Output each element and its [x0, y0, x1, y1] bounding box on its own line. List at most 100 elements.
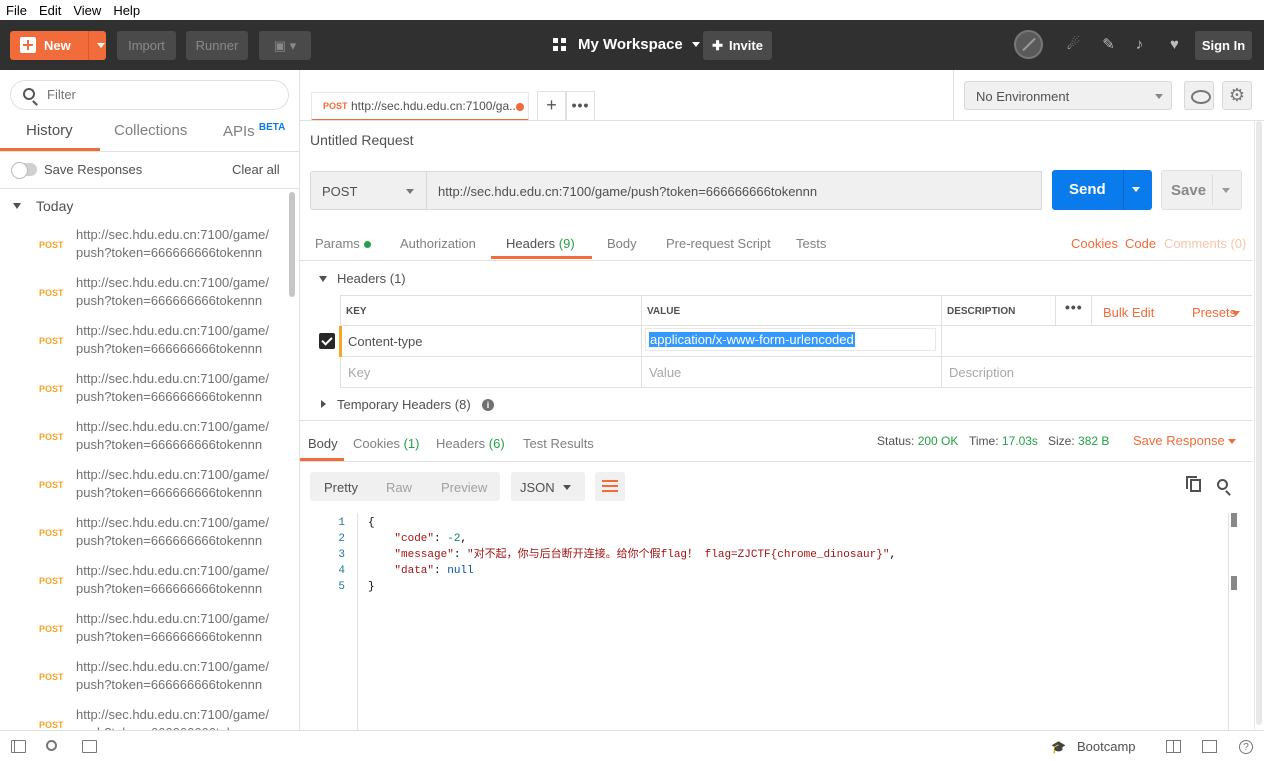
language-select[interactable]: JSON: [511, 472, 585, 501]
tab-headers[interactable]: Headers (9): [506, 236, 575, 251]
info-icon[interactable]: i: [482, 399, 494, 411]
cookies-link[interactable]: Cookies: [1071, 236, 1118, 251]
tab-collections[interactable]: Collections: [114, 122, 187, 139]
chevron-down-icon[interactable]: [13, 203, 21, 209]
tab-body[interactable]: Body: [607, 236, 637, 251]
menu-help[interactable]: Help: [107, 3, 146, 18]
history-item[interactable]: POST http://sec.hdu.edu.cn:7100/game/push…: [0, 560, 290, 608]
method-select[interactable]: POST: [310, 171, 427, 210]
request-tab[interactable]: POST http://sec.hdu.edu.cn:7100/ga...: [311, 92, 529, 121]
tab-params[interactable]: Params: [315, 236, 371, 251]
heart-icon[interactable]: ♥: [1166, 37, 1183, 53]
history-item[interactable]: POST http://sec.hdu.edu.cn:7100/game/push…: [0, 704, 290, 730]
new-button[interactable]: New: [10, 31, 106, 60]
history-item[interactable]: POST http://sec.hdu.edu.cn:7100/game/push…: [0, 320, 290, 368]
save-button[interactable]: Save: [1161, 170, 1242, 210]
send-button[interactable]: Send: [1052, 170, 1152, 210]
toggle-sidebar-icon[interactable]: [11, 740, 26, 753]
history-item[interactable]: POST http://sec.hdu.edu.cn:7100/game/push…: [0, 272, 290, 320]
headers-section-title[interactable]: Headers (1): [337, 271, 406, 286]
history-item[interactable]: POST http://sec.hdu.edu.cn:7100/game/push…: [0, 464, 290, 512]
save-response-button[interactable]: Save Response: [1133, 433, 1225, 448]
chevron-down-icon[interactable]: [1222, 188, 1230, 193]
chevron-down-icon[interactable]: [1132, 187, 1140, 192]
temporary-headers-title[interactable]: Temporary Headers (8): [337, 397, 471, 412]
environment-select[interactable]: No Environment: [964, 81, 1172, 110]
menu-file[interactable]: File: [0, 3, 33, 18]
filter-input[interactable]: [47, 87, 277, 102]
bootcamp-button[interactable]: Bootcamp: [1077, 739, 1136, 754]
copy-icon[interactable]: [1186, 476, 1201, 492]
presets-button[interactable]: Presets: [1192, 305, 1236, 320]
new-window-button[interactable]: ▣ ▾: [259, 31, 311, 60]
tab-history[interactable]: History: [26, 122, 73, 139]
menu-edit[interactable]: Edit: [33, 3, 67, 18]
response-body-editor[interactable]: 1{2 "code": -2, 3 "message": "对不起，你与后台断开连…: [310, 513, 1242, 730]
history-item[interactable]: POST http://sec.hdu.edu.cn:7100/game/push…: [0, 656, 290, 704]
comments-link[interactable]: Comments (0): [1164, 236, 1246, 251]
url-input[interactable]: http://sec.hdu.edu.cn:7100/game/push?tok…: [426, 171, 1042, 210]
history-item[interactable]: POST http://sec.hdu.edu.cn:7100/game/push…: [0, 368, 290, 416]
history-item[interactable]: POST http://sec.hdu.edu.cn:7100/game/push…: [0, 512, 290, 560]
chevron-right-icon[interactable]: [321, 400, 326, 408]
tab-prerequest-script[interactable]: Pre-request Script: [666, 236, 771, 251]
new-key-input[interactable]: Key: [348, 365, 370, 380]
new-description-input[interactable]: Description: [949, 365, 1014, 380]
runner-button[interactable]: Runner: [186, 31, 248, 60]
wrench-icon[interactable]: ✎: [1100, 37, 1117, 53]
manage-environments-button[interactable]: ⚙: [1222, 81, 1252, 110]
chevron-down-icon[interactable]: [1232, 311, 1240, 316]
workspace-switcher[interactable]: My Workspace: [553, 36, 700, 53]
sync-icon[interactable]: [1014, 30, 1043, 59]
wrap-lines-button[interactable]: [595, 472, 625, 501]
more-options-button[interactable]: •••: [1065, 299, 1083, 315]
format-pretty-button[interactable]: Pretty: [324, 480, 358, 495]
console-icon[interactable]: [82, 740, 97, 753]
history-item[interactable]: POST http://sec.hdu.edu.cn:7100/game/push…: [0, 224, 290, 272]
runner-icon[interactable]: [1202, 740, 1217, 753]
chevron-down-icon[interactable]: [319, 276, 327, 282]
format-raw-button[interactable]: Raw: [386, 480, 412, 495]
request-title[interactable]: Untitled Request: [310, 132, 414, 148]
clear-all-button[interactable]: Clear all: [232, 162, 280, 177]
response-tab-test-results[interactable]: Test Results: [523, 436, 594, 451]
bulk-edit-button[interactable]: Bulk Edit: [1103, 305, 1154, 320]
response-tab-cookies[interactable]: Cookies (1): [353, 436, 419, 451]
invite-button[interactable]: ✚ Invite: [703, 31, 772, 60]
header-key-cell[interactable]: Content-type: [348, 334, 422, 349]
help-icon[interactable]: ?: [1239, 740, 1253, 754]
header-value-input[interactable]: application/x-www-form-urlencoded: [645, 328, 936, 351]
tab-authorization[interactable]: Authorization: [400, 236, 476, 251]
save-responses-toggle[interactable]: [11, 162, 37, 179]
tab-tests[interactable]: Tests: [796, 236, 826, 251]
response-tab-headers[interactable]: Headers (6): [436, 436, 505, 451]
find-icon[interactable]: [46, 740, 57, 751]
sidebar-scrollbar[interactable]: [289, 192, 295, 297]
more-tabs-button[interactable]: •••: [566, 91, 595, 121]
search-icon[interactable]: [1217, 479, 1228, 490]
two-pane-layout-icon[interactable]: [1166, 740, 1181, 753]
bell-icon[interactable]: ♪: [1131, 37, 1148, 53]
chevron-down-icon[interactable]: [97, 43, 105, 48]
code-link[interactable]: Code: [1125, 236, 1156, 251]
editor-scrollbar[interactable]: [1228, 513, 1242, 730]
main-scrollbar[interactable]: [1254, 121, 1262, 730]
history-group-today[interactable]: Today: [36, 198, 73, 214]
satellite-icon[interactable]: ☄: [1065, 37, 1082, 53]
history-item[interactable]: POST http://sec.hdu.edu.cn:7100/game/push…: [0, 608, 290, 656]
response-tab-body[interactable]: Body: [308, 436, 338, 451]
menu-view[interactable]: View: [67, 3, 107, 18]
import-button[interactable]: Import: [117, 31, 176, 60]
add-tab-button[interactable]: +: [537, 91, 566, 121]
chevron-down-icon[interactable]: [1228, 439, 1236, 444]
bootcamp-icon[interactable]: 🎓: [1051, 740, 1068, 754]
history-item[interactable]: POST http://sec.hdu.edu.cn:7100/game/push…: [0, 416, 290, 464]
new-value-input[interactable]: Value: [649, 365, 681, 380]
json-key: "message": [394, 549, 454, 561]
environment-quick-look-button[interactable]: [1184, 81, 1214, 110]
format-preview-button[interactable]: Preview: [441, 480, 487, 495]
row-enabled-checkbox[interactable]: [319, 333, 335, 349]
sign-in-button[interactable]: Sign In: [1195, 31, 1252, 60]
filter-box[interactable]: [10, 80, 289, 110]
tab-apis[interactable]: APIs BETA: [223, 122, 285, 140]
